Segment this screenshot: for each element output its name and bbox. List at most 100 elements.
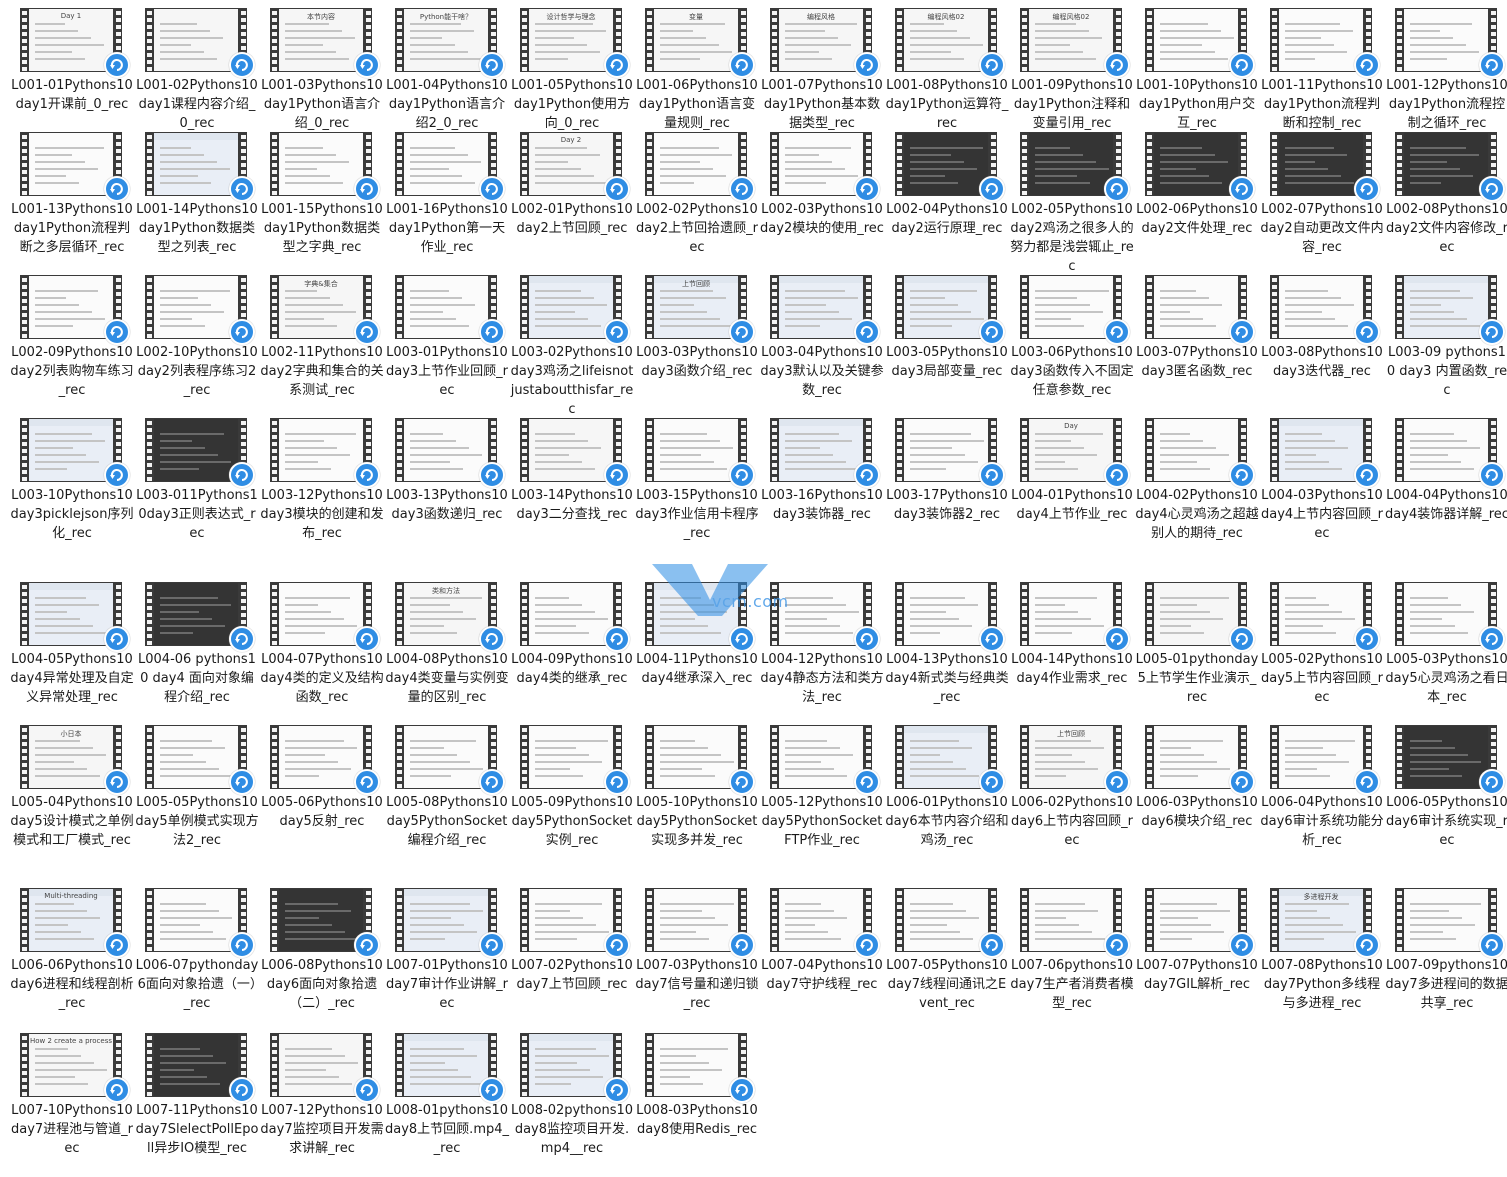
- film-perforation: [395, 418, 403, 482]
- thumbnail-title: Python能干啥？: [419, 13, 473, 21]
- thumbnail-frame: [1404, 889, 1488, 951]
- file-name-label: L005-08Pythons10day5PythonSocket编程介绍_rec: [386, 795, 508, 848]
- media-player-icon: [1354, 932, 1380, 958]
- thumbnail-frame: [1404, 276, 1488, 338]
- file-name-label: L001-10Pythons10day1Python用户交互_rec: [1136, 78, 1258, 131]
- video-thumbnail: [1395, 888, 1505, 958]
- file-name-label: L001-01Pythons10day1开课前_0_rec: [11, 78, 133, 112]
- media-player-icon: [1104, 932, 1130, 958]
- file-name-label: L006-02Pythons10day6上节内容回顾_rec: [1010, 795, 1134, 848]
- film-perforation: [1395, 888, 1403, 952]
- thumbnail-title: 编程风格02: [1052, 13, 1090, 21]
- video-thumbnail: 多进程开发: [1270, 888, 1380, 958]
- video-thumbnail: [1395, 275, 1505, 345]
- thumbnail-frame: [29, 133, 113, 195]
- video-thumbnail: [645, 1033, 755, 1103]
- file-name-label: L001-07Pythons10day1Python基本数据类型_rec: [761, 78, 883, 131]
- video-thumbnail: [1020, 888, 1130, 958]
- file-name-label: L001-14Pythons10day1Python数据类型之列表_rec: [136, 202, 258, 255]
- file-name-label: L007-09pythons10day7多进程间的数据共享_rec: [1385, 958, 1507, 1011]
- media-player-icon: [479, 932, 505, 958]
- film-perforation: [1395, 725, 1403, 789]
- video-thumbnail: Multi-threading: [20, 888, 130, 958]
- video-thumbnail: [1145, 8, 1255, 78]
- file-name-label: L004-03Pythons10day4上节内容回顾_rec: [1260, 488, 1384, 541]
- video-thumbnail: [145, 582, 255, 652]
- thumbnail-frame: 小日本: [29, 726, 113, 788]
- media-player-icon: [354, 1077, 380, 1103]
- thumbnail-frame: [1404, 583, 1488, 645]
- media-player-icon: [479, 626, 505, 652]
- video-thumbnail: 类和方法: [395, 582, 505, 652]
- film-perforation: [145, 418, 153, 482]
- film-perforation: [1020, 582, 1028, 646]
- video-thumbnail: [1020, 582, 1130, 652]
- file-name-label: L004-06 pythons10 day4 面向对象编程介绍_rec: [138, 652, 256, 705]
- file-name-label: L003-09 pythons10 day3 内置函数_rec: [1386, 345, 1507, 398]
- media-player-icon: [104, 932, 130, 958]
- media-player-icon: [1229, 176, 1255, 202]
- thumbnail-frame: [904, 419, 988, 481]
- video-thumbnail: 本节内容: [270, 8, 380, 78]
- video-thumbnail: [1020, 275, 1130, 345]
- video-thumbnail: [895, 582, 1005, 652]
- media-player-icon: [229, 52, 255, 78]
- file-name-label: L001-15Pythons10day1Python数据类型之字典_rec: [261, 202, 383, 255]
- thumbnail-title: 多进程开发: [1303, 893, 1339, 901]
- thumbnail-title: 上节回顾: [682, 280, 710, 288]
- film-perforation: [1270, 132, 1278, 196]
- video-thumbnail: [895, 888, 1005, 958]
- media-player-icon: [854, 932, 880, 958]
- thumbnail-frame: 类和方法: [404, 583, 488, 645]
- film-perforation: [1145, 275, 1153, 339]
- thumbnail-frame: [654, 1034, 738, 1096]
- media-player-icon: [479, 52, 505, 78]
- film-perforation: [770, 275, 778, 339]
- video-thumbnail: Day: [1020, 418, 1130, 488]
- video-thumbnail: [895, 275, 1005, 345]
- file-name-label: L001-09Pythons10day1Python注释和变量引用_rec: [1011, 78, 1133, 131]
- thumbnail-title: 编程风格: [807, 13, 835, 21]
- thumbnail-frame: [529, 1034, 613, 1096]
- file-name-label: L002-07Pythons10day2自动更改文件内容_rec: [1260, 202, 1384, 255]
- thumbnail-frame: [529, 583, 613, 645]
- video-thumbnail: [895, 132, 1005, 202]
- thumbnail-frame: [154, 133, 238, 195]
- video-thumbnail: 上节回顾: [645, 275, 755, 345]
- file-name-label: L002-04Pythons10day2运行原理_rec: [886, 202, 1008, 236]
- film-perforation: [270, 888, 278, 952]
- thumbnail-frame: 上节回顾: [1029, 726, 1113, 788]
- file-name-label: L006-04Pythons10day6审计系统功能分析_rec: [1260, 795, 1384, 848]
- film-perforation: [520, 132, 528, 196]
- video-thumbnail: 上节回顾: [1020, 725, 1130, 795]
- thumbnail-frame: [154, 889, 238, 951]
- video-thumbnail: [145, 418, 255, 488]
- media-player-icon: [354, 319, 380, 345]
- video-thumbnail: [520, 888, 630, 958]
- media-player-icon: [854, 176, 880, 202]
- file-name-label: L003-16Pythons10day3装饰器_rec: [761, 488, 883, 522]
- media-player-icon: [979, 462, 1005, 488]
- media-player-icon: [604, 626, 630, 652]
- film-perforation: [895, 582, 903, 646]
- file-name-label: L006-05Pythons10day6审计系统实现_rec: [1385, 795, 1507, 848]
- file-name-label: L002-09Pythons10day2列表购物车练习_rec: [10, 345, 134, 398]
- video-thumbnail: [270, 418, 380, 488]
- video-thumbnail: [1270, 418, 1380, 488]
- file-name-label: L003-04Pythons10day3默认以及关键参数_rec: [760, 345, 884, 398]
- thumbnail-frame: 变量: [654, 9, 738, 71]
- file-name-label: L003-12Pythons10day3模块的创建和发布_rec: [260, 488, 384, 541]
- thumbnail-frame: [529, 419, 613, 481]
- video-thumbnail: Python能干啥？: [395, 8, 505, 78]
- video-thumbnail: [145, 888, 255, 958]
- media-player-icon: [479, 1077, 505, 1103]
- video-thumbnail: Day 2: [520, 132, 630, 202]
- file-name-label: L002-01Pythons10day2上节回顾_rec: [511, 202, 633, 236]
- film-perforation: [395, 8, 403, 72]
- file-name-label: L007-04Pythons10day7守护线程_rec: [761, 958, 883, 992]
- film-perforation: [1020, 275, 1028, 339]
- file-name-label: L005-06Pythons10day5反射_rec: [261, 795, 383, 829]
- file-name-label: L008-03Pythons10day8使用Redis_rec: [636, 1103, 758, 1137]
- video-thumbnail: [1020, 132, 1130, 202]
- file-name-label: L007-02Pythons10day7上节回顾_rec: [511, 958, 633, 992]
